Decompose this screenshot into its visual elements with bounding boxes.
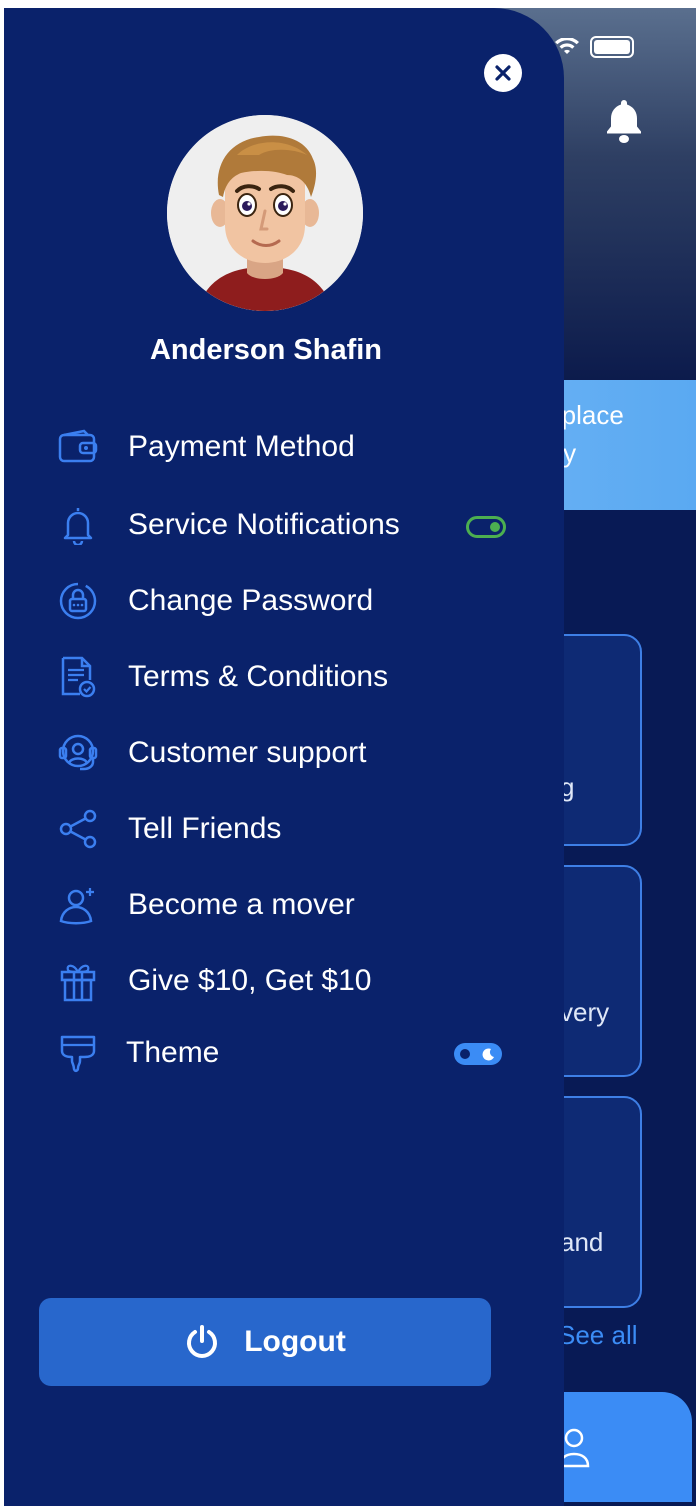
close-button[interactable] <box>484 54 522 92</box>
logout-label: Logout <box>244 1325 346 1358</box>
menu-item-become-mover[interactable]: Become a mover <box>56 875 516 935</box>
bell-icon[interactable] <box>604 96 644 144</box>
menu-label: Tell Friends <box>128 812 282 845</box>
moon-icon <box>482 1048 494 1061</box>
notifications-toggle[interactable] <box>466 516 506 538</box>
menu-item-customer-support[interactable]: Customer support <box>56 723 516 783</box>
menu-item-service-notifications[interactable]: Service Notifications <box>56 495 516 555</box>
service-card-label: very <box>560 997 610 1027</box>
menu-label: Give $10, Get $10 <box>128 964 372 997</box>
see-all-link[interactable]: See all <box>558 1320 638 1351</box>
menu-item-give-get[interactable]: Give $10, Get $10 <box>56 951 516 1011</box>
menu-item-payment-method[interactable]: Payment Method <box>56 417 516 477</box>
menu-label: Theme <box>126 1036 220 1069</box>
user-name: Anderson Shafin <box>149 334 382 366</box>
theme-toggle[interactable] <box>454 1043 502 1065</box>
logout-button[interactable]: Logout <box>39 1298 491 1386</box>
user-plus-icon <box>56 883 100 927</box>
menu-label: Service Notifications <box>128 508 400 541</box>
share-icon <box>56 807 100 851</box>
menu-label: Become a mover <box>128 888 355 921</box>
menu-label: Payment Method <box>128 430 355 463</box>
menu-item-change-password[interactable]: Change Password <box>56 571 516 631</box>
battery-icon <box>590 36 634 58</box>
menu-label: Customer support <box>128 736 367 769</box>
power-icon <box>187 1325 218 1358</box>
headset-icon <box>56 731 100 775</box>
bell-icon <box>56 503 100 547</box>
document-check-icon <box>56 655 100 699</box>
gift-icon <box>56 959 100 1003</box>
lock-icon <box>56 579 100 623</box>
paint-brush-icon <box>56 1031 100 1075</box>
status-bar <box>554 36 634 58</box>
menu-item-theme[interactable]: Theme <box>56 1023 516 1083</box>
menu-item-terms-conditions[interactable]: Terms & Conditions <box>56 647 516 707</box>
close-icon <box>495 65 511 81</box>
side-drawer: Anderson Shafin Payment Method Service N… <box>4 8 564 1506</box>
menu-label: Terms & Conditions <box>128 660 389 693</box>
menu-item-tell-friends[interactable]: Tell Friends <box>56 799 516 859</box>
user-avatar-illustration <box>167 115 363 311</box>
wallet-icon <box>56 425 100 469</box>
menu-label: Change Password <box>128 584 374 617</box>
service-card-label: and <box>560 1227 604 1257</box>
avatar[interactable] <box>167 115 363 311</box>
